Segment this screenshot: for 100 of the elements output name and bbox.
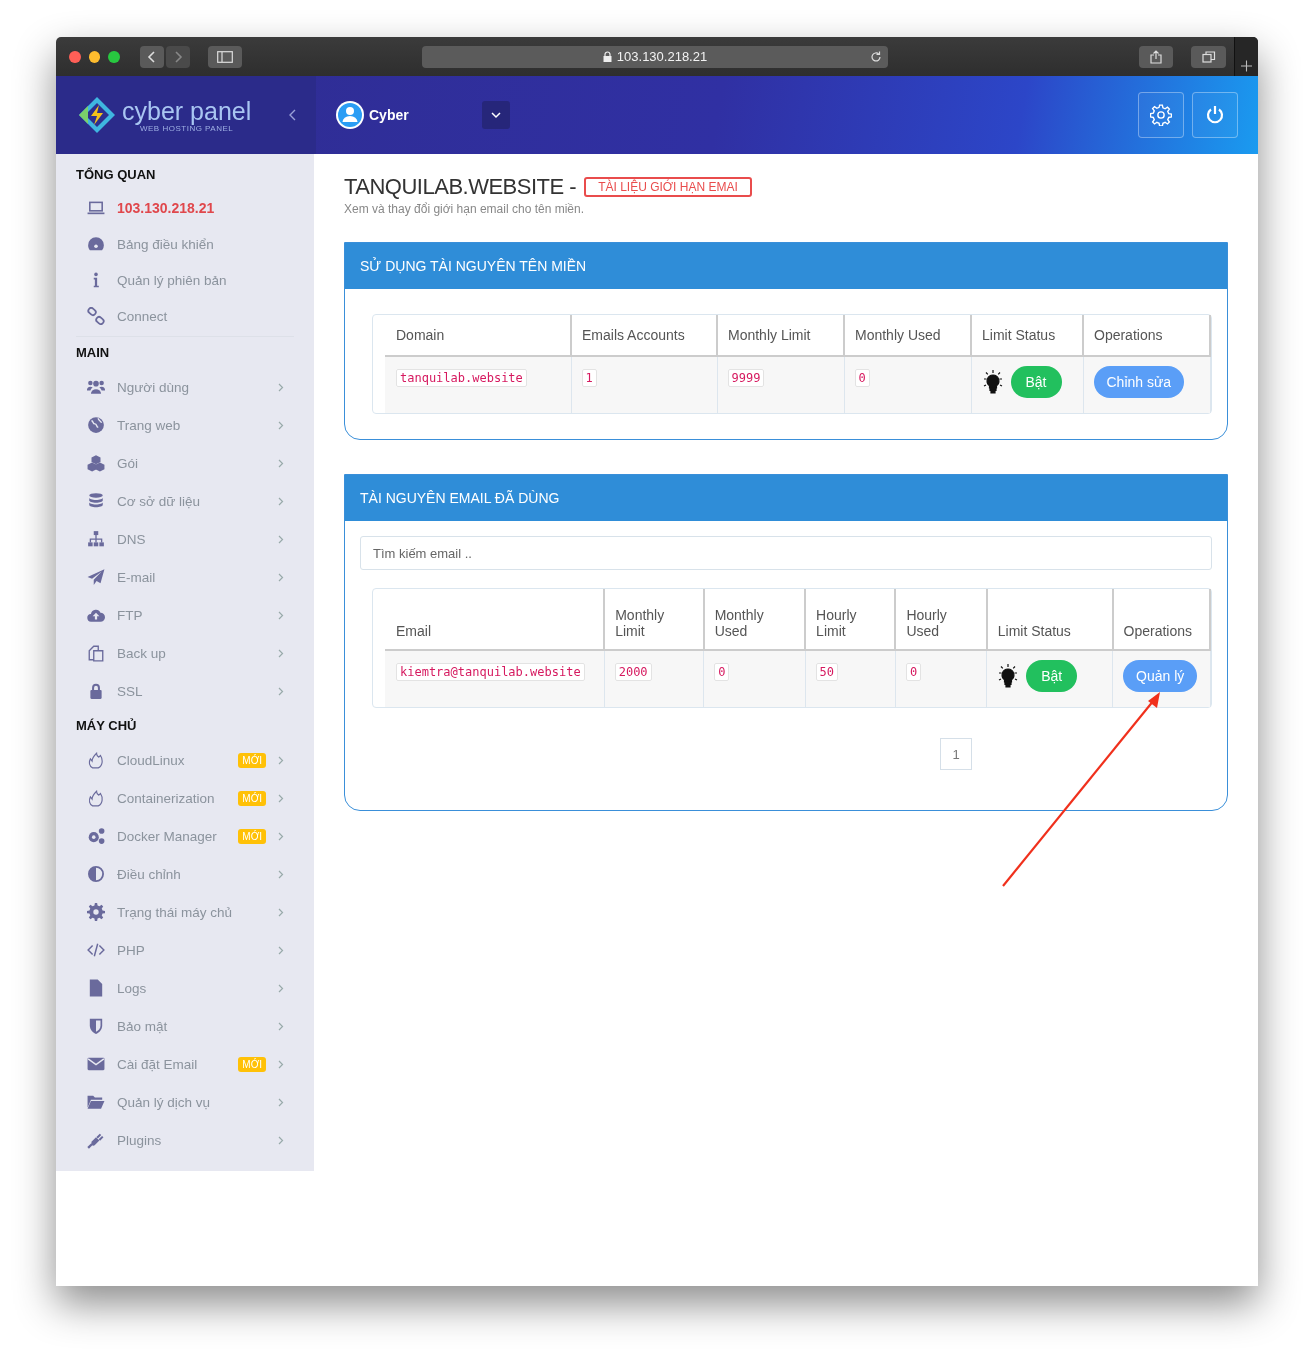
sidebar-item[interactable]: Docker Manager MỚI	[56, 817, 314, 855]
sidebar-section-title: MÁY CHỦ	[75, 717, 138, 735]
table-cell: 0	[714, 663, 730, 681]
new-badge: MỚI	[238, 790, 266, 806]
status-button[interactable]: Bật	[1026, 660, 1078, 692]
copy-icon	[87, 644, 105, 662]
sidebar-icon	[216, 50, 233, 63]
minimize-icon[interactable]	[88, 50, 101, 63]
address-bar[interactable]: 103.130.218.21	[422, 45, 888, 68]
gear-icon	[87, 903, 105, 921]
folder-icon	[87, 1093, 105, 1111]
page-subtitle: Xem và thay đổi giới hạn email cho tên miền.	[344, 202, 585, 216]
manage-button[interactable]: Quản lý	[1123, 660, 1198, 692]
flame-icon	[87, 751, 105, 769]
reload-icon[interactable]	[869, 50, 882, 63]
table-cell: 50	[815, 663, 839, 681]
close-icon[interactable]	[69, 50, 81, 63]
table-cell: 0	[854, 369, 870, 387]
sidebar-item[interactable]: Containerization MỚI	[56, 779, 314, 817]
sidebar-section-title: MAIN	[75, 344, 111, 362]
panel-title: SỬ DỤNG TÀI NGUYÊN TÊN MIỀN	[345, 243, 1227, 289]
collapse-icon[interactable]	[289, 109, 298, 121]
share-icon	[1150, 49, 1163, 64]
lightbulb-icon	[981, 370, 1004, 394]
sidebar-item[interactable]: E-mail	[56, 558, 314, 596]
sidebar-toggle-button[interactable]	[207, 45, 243, 68]
plug-icon	[87, 1131, 105, 1149]
lock-icon	[602, 51, 612, 62]
logo-icon[interactable]	[78, 96, 116, 134]
page-title: TANQUILAB.WEBSITE -	[344, 174, 577, 200]
sidebar-item[interactable]: Bảo mật	[56, 1007, 314, 1045]
lock-icon	[87, 682, 105, 700]
forward-button[interactable]	[165, 45, 190, 68]
sitemap-icon	[87, 530, 105, 548]
table-cell: kiemtra@tanquilab.website	[396, 663, 585, 681]
sidebar-item[interactable]: Gói	[56, 444, 314, 482]
sidebar-item[interactable]: Cơ sở dữ liệu	[56, 482, 314, 520]
share-button[interactable]	[1138, 45, 1174, 68]
flame-icon	[87, 789, 105, 807]
sidebar-item[interactable]: Quản lý dịch vụ	[56, 1083, 314, 1121]
address-text: 103.130.218.21	[616, 49, 708, 64]
sidebar-item[interactable]: Quản lý phiên bản	[56, 262, 314, 298]
plus-icon	[1241, 60, 1252, 72]
database-icon	[87, 492, 105, 510]
link-icon	[87, 307, 105, 325]
code-icon	[87, 941, 105, 959]
search-field[interactable]: Tìm kiếm email ..	[360, 536, 1212, 570]
table-cell: 9999	[727, 369, 765, 387]
sidebar-item[interactable]: Trang web	[56, 406, 314, 444]
sidebar-item[interactable]: DNS	[56, 520, 314, 558]
globe-icon	[87, 416, 105, 434]
file-icon	[87, 979, 105, 997]
power-button[interactable]	[1192, 92, 1238, 138]
shield-icon	[87, 1017, 105, 1035]
sidebar-item[interactable]: Cài đặt Email MỚI	[56, 1045, 314, 1083]
page-button[interactable]: 1	[940, 738, 972, 770]
new-badge: MỚI	[238, 828, 266, 844]
user-dropdown-button[interactable]	[481, 101, 510, 129]
settings-button[interactable]	[1138, 92, 1184, 138]
laptop-icon	[87, 199, 105, 217]
sidebar-item[interactable]: Logs	[56, 969, 314, 1007]
gears-icon	[87, 827, 105, 845]
table-cell: 1	[581, 369, 597, 387]
users-icon	[87, 378, 105, 396]
caret-icon	[490, 111, 501, 119]
page-badge: TÀI LIỆU GIỚI HẠN EMAI	[584, 177, 752, 197]
sidebar-item[interactable]: Plugins	[56, 1121, 314, 1159]
sidebar-item[interactable]: 103.130.218.21	[56, 190, 314, 226]
sidebar-item[interactable]: Bảng điều khiển	[56, 226, 314, 262]
sidebar-item[interactable]: PHP	[56, 931, 314, 969]
maximize-icon[interactable]	[108, 50, 120, 63]
sidebar-item[interactable]: SSL	[56, 672, 314, 710]
sidebar-item[interactable]: FTP	[56, 596, 314, 634]
settings-icon	[1150, 104, 1172, 126]
user-name: Cyber	[369, 107, 409, 123]
sidebar-item[interactable]: Điều chỉnh	[56, 855, 314, 893]
table-cell: tanquilab.website	[396, 369, 527, 387]
new-tab-button[interactable]	[1234, 37, 1258, 76]
sidebar-item[interactable]: CloudLinux MỚI	[56, 741, 314, 779]
lightbulb-icon	[997, 664, 1020, 688]
power-icon	[1205, 105, 1225, 125]
back-icon	[146, 50, 157, 63]
tabs-icon	[1201, 50, 1216, 63]
sidebar-item[interactable]: Người dùng	[56, 368, 314, 406]
sidebar-item[interactable]: Back up	[56, 634, 314, 672]
forward-icon	[172, 50, 183, 63]
avatar-icon[interactable]	[336, 101, 364, 129]
sidebar-item[interactable]: Trạng thái máy chủ	[56, 893, 314, 931]
status-button[interactable]: Bật	[1010, 366, 1062, 398]
new-badge: MỚI	[238, 1056, 266, 1072]
envelope-icon	[87, 1055, 105, 1073]
table-cell: 0	[905, 663, 922, 681]
brand-name: cyber panel	[122, 97, 252, 124]
table-cell: 2000	[614, 663, 652, 681]
sidebar-section-title: TỔNG QUAN	[75, 166, 157, 184]
tabs-button[interactable]	[1191, 45, 1226, 68]
back-button[interactable]	[139, 45, 164, 68]
new-badge: MỚI	[238, 752, 266, 768]
edit-button[interactable]: Chỉnh sửa	[1093, 366, 1185, 398]
sidebar-item[interactable]: Connect	[56, 298, 314, 334]
